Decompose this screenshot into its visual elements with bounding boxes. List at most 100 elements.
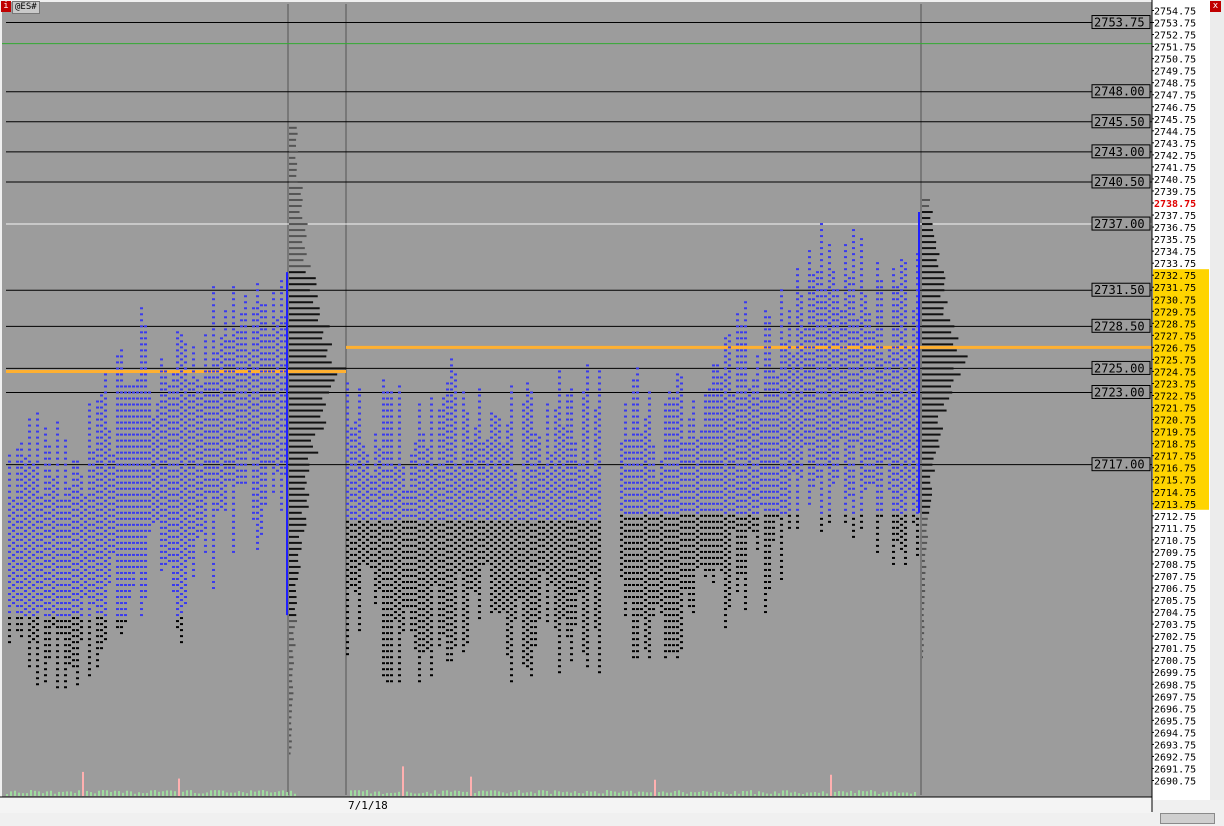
tpo-mark — [386, 463, 389, 466]
tpo-mark — [144, 415, 147, 418]
tpo-mark — [586, 448, 589, 451]
tpo-mark — [256, 475, 259, 478]
tpo-mark — [188, 448, 191, 451]
tpo-mark — [240, 427, 243, 430]
tpo-mark — [624, 583, 627, 586]
tpo-mark — [140, 529, 143, 532]
tpo-mark — [628, 451, 631, 454]
tpo-mark — [378, 580, 381, 583]
tpo-mark — [208, 448, 211, 451]
tpo-mark — [120, 565, 123, 568]
tpo-mark — [390, 541, 393, 544]
tpo-mark — [624, 577, 627, 580]
tpo-mark — [644, 605, 647, 608]
tpo-mark — [354, 553, 357, 556]
tpo-mark — [16, 484, 19, 487]
tpo-mark — [276, 463, 279, 466]
tpo-mark — [522, 662, 525, 665]
tpo-mark — [486, 457, 489, 460]
tpo-mark — [502, 487, 505, 490]
tpo-mark — [386, 644, 389, 647]
tpo-mark — [192, 370, 195, 373]
tpo-mark — [160, 460, 163, 463]
tpo-mark — [522, 614, 525, 617]
tpo-mark — [530, 499, 533, 502]
tpo-mark — [378, 532, 381, 535]
tpo-mark — [526, 544, 529, 547]
tpo-mark — [640, 487, 643, 490]
tpo-mark — [132, 457, 135, 460]
tpo-mark — [44, 614, 47, 617]
tpo-mark — [620, 568, 623, 571]
tpo-mark — [108, 436, 111, 439]
tpo-mark — [636, 547, 639, 550]
market-profile-chart[interactable]: 2754.752753.752752.752751.752750.752749.… — [0, 0, 1224, 826]
tpo-mark — [390, 487, 393, 490]
tpo-mark — [386, 547, 389, 550]
tpo-mark — [482, 454, 485, 457]
tpo-mark — [168, 517, 171, 520]
tpo-mark — [442, 583, 445, 586]
tpo-mark — [482, 538, 485, 541]
tpo-mark — [240, 355, 243, 358]
tpo-mark — [390, 391, 393, 394]
tpo-mark — [40, 526, 43, 529]
tpo-mark — [550, 544, 553, 547]
tpo-mark — [522, 535, 525, 538]
tpo-mark — [176, 433, 179, 436]
tpo-mark — [406, 587, 409, 589]
tpo-mark — [398, 638, 401, 641]
tpo-mark — [620, 460, 623, 463]
tpo-mark — [204, 520, 207, 523]
price-tick-label: 2710.75 — [1154, 536, 1196, 547]
tpo-mark — [36, 502, 39, 505]
tpo-mark — [446, 623, 449, 626]
tpo-mark — [272, 352, 275, 355]
tpo-mark — [566, 430, 569, 433]
tpo-mark — [636, 445, 639, 448]
tpo-mark — [454, 379, 457, 382]
tpo-mark — [36, 424, 39, 427]
price-tick-label: 2711.75 — [1154, 524, 1196, 535]
tpo-mark — [88, 620, 91, 623]
tpo-mark — [224, 322, 227, 325]
tpo-mark — [598, 617, 601, 620]
tpo-mark — [272, 334, 275, 337]
tpo-mark — [418, 620, 421, 623]
tpo-mark — [84, 544, 87, 547]
tpo-mark — [526, 574, 529, 577]
tpo-mark — [522, 487, 525, 490]
tpo-mark — [244, 463, 247, 466]
tpo-mark — [200, 505, 203, 508]
tpo-mark — [562, 505, 565, 508]
tpo-mark — [558, 370, 561, 373]
tpo-mark — [180, 376, 183, 379]
tpo-mark — [180, 448, 183, 451]
tpo-mark — [414, 550, 417, 553]
tpo-mark — [24, 590, 27, 593]
tpo-mark — [590, 505, 593, 508]
tpo-mark — [156, 469, 159, 472]
tpo-mark — [450, 484, 453, 487]
tpo-mark — [624, 535, 627, 538]
tpo-mark — [120, 355, 123, 358]
tpo-mark — [100, 478, 103, 481]
tpo-mark — [64, 674, 67, 677]
tpo-mark — [542, 520, 545, 523]
tpo-mark — [28, 520, 31, 523]
tpo-mark — [60, 547, 63, 550]
tpo-mark — [160, 484, 163, 487]
tpo-mark — [116, 397, 119, 400]
tpo-mark — [80, 614, 83, 617]
tpo-mark — [136, 547, 139, 550]
tpo-mark — [128, 577, 131, 580]
tpo-mark — [458, 562, 461, 565]
tpo-mark — [36, 574, 39, 577]
tpo-mark — [354, 463, 357, 466]
tpo-mark — [28, 442, 31, 445]
tpo-mark — [20, 538, 23, 541]
tpo-mark — [450, 635, 453, 638]
tpo-mark — [252, 337, 255, 340]
tpo-mark — [530, 583, 533, 586]
tpo-mark — [514, 544, 517, 547]
